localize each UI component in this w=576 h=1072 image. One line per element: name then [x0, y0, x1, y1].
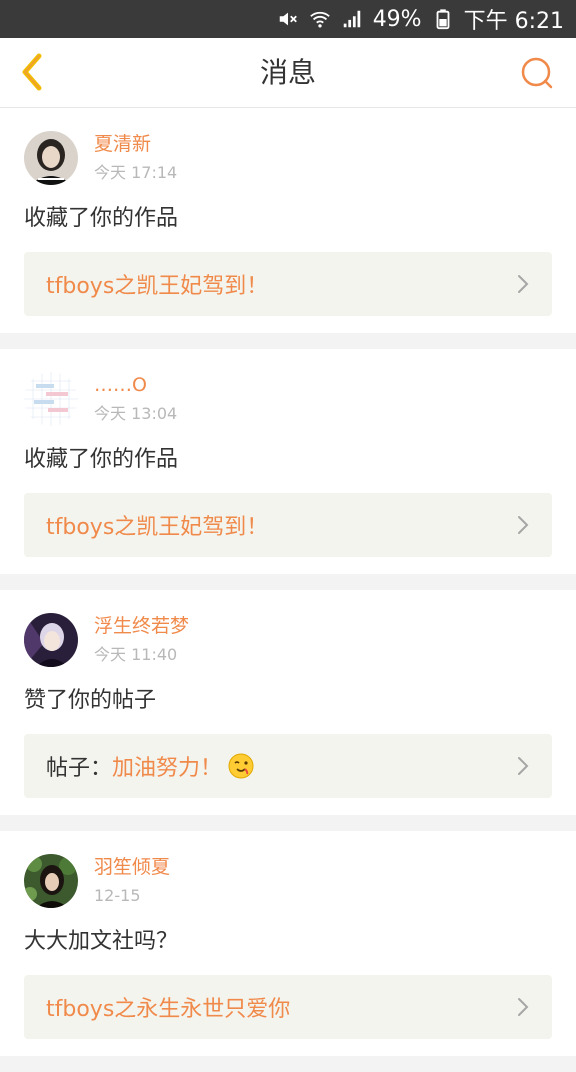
work-preview[interactable]: tfboys之永生永世只爱你	[24, 975, 552, 1039]
message-card: 浮生终若梦 今天 11:40 赞了你的帖子 帖子： 加油努力！	[0, 590, 576, 815]
timestamp: 今天 13:04	[94, 404, 178, 423]
username[interactable]: ……O	[94, 373, 177, 397]
message-card: 夏清新 今天 17:14 收藏了你的作品 tfboys之凯王妃驾到！	[0, 108, 576, 333]
chevron-right-icon	[518, 275, 529, 293]
battery-icon	[432, 8, 454, 30]
message-header: 夏清新 今天 17:14	[24, 130, 552, 186]
back-button[interactable]	[12, 52, 52, 92]
battery-percent: 49%	[372, 6, 422, 32]
message-header: ……O 今天 13:04	[24, 371, 552, 427]
message-card: ……O 今天 13:04 收藏了你的作品 tfboys之凯王妃驾到！	[0, 349, 576, 574]
status-bar: 49% 下午 6:21	[0, 0, 576, 38]
post-prefix: 帖子：	[46, 756, 113, 781]
avatar[interactable]	[24, 613, 78, 667]
avatar[interactable]	[24, 372, 78, 426]
clock: 下午 6:21	[463, 9, 564, 34]
work-preview[interactable]: tfboys之凯王妃驾到！	[24, 493, 552, 557]
avatar[interactable]	[24, 854, 78, 908]
chevron-right-icon	[518, 757, 529, 775]
action-text: 大大加文社吗？	[24, 929, 179, 954]
timestamp: 12-15	[94, 886, 141, 905]
chevron-right-icon	[518, 998, 529, 1016]
work-title: tfboys之凯王妃驾到！	[46, 274, 269, 299]
chevron-right-icon	[518, 516, 529, 534]
action-text: 收藏了你的作品	[24, 206, 179, 231]
username[interactable]: 浮生终若梦	[94, 614, 189, 638]
timestamp: 今天 11:40	[94, 645, 178, 664]
post-preview[interactable]: 帖子： 加油努力！	[24, 734, 552, 798]
winking-face-icon	[228, 753, 254, 779]
search-icon	[521, 57, 553, 89]
search-button[interactable]	[518, 54, 556, 92]
message-header: 羽笙倾夏 12-15	[24, 853, 552, 909]
message-header: 浮生终若梦 今天 11:40	[24, 612, 552, 668]
mute-icon	[277, 8, 299, 30]
action-text: 赞了你的帖子	[24, 688, 157, 713]
header: 消息	[0, 38, 576, 108]
signal-icon	[341, 8, 363, 30]
username[interactable]: 羽笙倾夏	[94, 855, 170, 879]
chevron-left-icon	[22, 53, 42, 91]
username[interactable]: 夏清新	[94, 132, 177, 156]
timestamp: 今天 17:14	[94, 163, 178, 182]
message-card: 羽笙倾夏 12-15 大大加文社吗？ tfboys之永生永世只爱你	[0, 831, 576, 1056]
page-title: 消息	[259, 56, 316, 89]
action-text: 收藏了你的作品	[24, 447, 179, 472]
wifi-icon	[309, 8, 331, 30]
work-title: tfboys之凯王妃驾到！	[46, 515, 269, 540]
work-preview[interactable]: tfboys之凯王妃驾到！	[24, 252, 552, 316]
post-title: 加油努力！	[112, 756, 223, 781]
message-list: 夏清新 今天 17:14 收藏了你的作品 tfboys之凯王妃驾到！ ……O 今…	[0, 108, 576, 1072]
avatar[interactable]	[24, 131, 78, 185]
work-title: tfboys之永生永世只爱你	[46, 997, 291, 1022]
